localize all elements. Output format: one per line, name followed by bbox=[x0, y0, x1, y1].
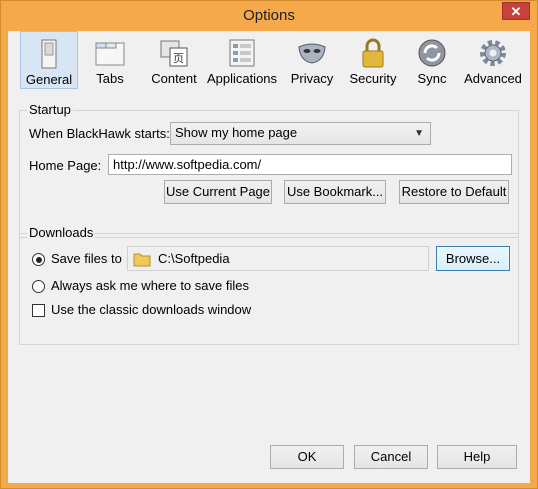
applications-list-icon bbox=[229, 39, 255, 67]
tab-tabs[interactable]: Tabs bbox=[84, 31, 136, 89]
cancel-button[interactable]: Cancel bbox=[354, 445, 428, 469]
general-switch-icon bbox=[41, 39, 57, 69]
tab-content-label: Content bbox=[151, 71, 197, 86]
restore-default-button[interactable]: Restore to Default bbox=[399, 180, 509, 204]
tab-applications[interactable]: Applications bbox=[206, 31, 278, 89]
tab-sync[interactable]: Sync bbox=[406, 31, 458, 89]
home-page-label: Home Page: bbox=[29, 158, 102, 173]
tab-security[interactable]: Security bbox=[344, 31, 402, 89]
use-bookmark-button[interactable]: Use Bookmark... bbox=[284, 180, 386, 204]
ok-button[interactable]: OK bbox=[270, 445, 344, 469]
tab-general-label: General bbox=[25, 72, 73, 87]
use-current-page-button[interactable]: Use Current Page bbox=[164, 180, 272, 204]
title-bar[interactable]: Options ✕ bbox=[1, 1, 537, 31]
save-files-label: Save files to bbox=[51, 251, 122, 266]
home-page-field[interactable]: http://www.softpedia.com/ bbox=[108, 154, 512, 175]
always-ask-radio[interactable] bbox=[32, 280, 45, 293]
startup-group: Startup When BlackHawk starts: Show my h… bbox=[19, 102, 519, 238]
tab-advanced-label: Advanced bbox=[464, 71, 522, 86]
when-starts-label: When BlackHawk starts: bbox=[29, 126, 170, 141]
downloads-group: Downloads Save files to C:\Softpedia Bro… bbox=[19, 225, 519, 345]
privacy-mask-icon bbox=[298, 43, 326, 64]
tab-general[interactable]: General bbox=[20, 31, 78, 89]
sync-arrows-icon bbox=[418, 39, 446, 67]
tab-content[interactable]: 页 Content bbox=[142, 31, 206, 89]
tab-security-label: Security bbox=[349, 71, 397, 86]
client-area: General Tabs 页 Content Applications Priv… bbox=[8, 31, 530, 483]
save-path-field[interactable]: C:\Softpedia bbox=[127, 246, 429, 271]
tabs-window-icon bbox=[95, 42, 125, 66]
tab-privacy-label: Privacy bbox=[290, 71, 334, 86]
chevron-down-icon: ▼ bbox=[414, 128, 424, 139]
when-starts-select[interactable]: Show my home page ▼ bbox=[170, 122, 431, 145]
startup-legend: Startup bbox=[27, 102, 73, 117]
security-lock-icon bbox=[362, 38, 384, 68]
options-window: Options ✕ General Tabs 页 Content Applica… bbox=[0, 0, 538, 489]
tab-advanced[interactable]: Advanced bbox=[460, 31, 526, 89]
window-title: Options bbox=[243, 7, 295, 24]
tab-tabs-label: Tabs bbox=[96, 71, 124, 86]
help-button[interactable]: Help bbox=[437, 445, 517, 469]
classic-downloads-label: Use the classic downloads window bbox=[51, 302, 252, 317]
classic-downloads-checkbox[interactable] bbox=[32, 304, 45, 317]
category-toolbar: General Tabs 页 Content Applications Priv… bbox=[8, 31, 530, 89]
browse-button[interactable]: Browse... bbox=[436, 246, 510, 271]
folder-icon bbox=[133, 253, 151, 267]
content-page-icon: 页 bbox=[160, 40, 188, 67]
close-button[interactable]: ✕ bbox=[502, 2, 530, 20]
save-files-radio[interactable] bbox=[32, 253, 45, 266]
tab-sync-label: Sync bbox=[417, 71, 447, 86]
svg-text:页: 页 bbox=[173, 52, 184, 65]
always-ask-label: Always ask me where to save files bbox=[51, 278, 249, 293]
downloads-legend: Downloads bbox=[27, 225, 96, 240]
save-path-value: C:\Softpedia bbox=[158, 251, 230, 266]
when-starts-value: Show my home page bbox=[175, 125, 298, 140]
tab-applications-label: Applications bbox=[206, 71, 278, 86]
advanced-gear-icon bbox=[480, 40, 506, 66]
tab-privacy[interactable]: Privacy bbox=[284, 31, 340, 89]
